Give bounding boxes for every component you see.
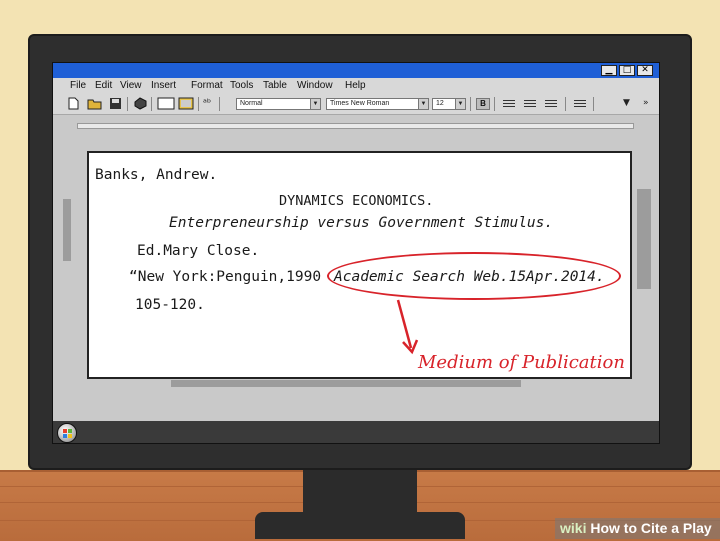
save-icon[interactable]: [109, 97, 122, 110]
horizontal-scroll-thumb[interactable]: [171, 380, 521, 387]
menu-edit[interactable]: Edit: [95, 80, 112, 91]
citation-editor: Ed.Mary Close.: [137, 243, 260, 259]
vertical-scroll-thumb[interactable]: [637, 189, 651, 289]
image-icon[interactable]: [178, 97, 194, 110]
maximize-button[interactable]: □: [619, 65, 635, 76]
watermark: wiki How to Cite a Play: [560, 520, 712, 536]
toolbar: ᵃᵇ Normal ▼ Times New Roman ▼ 12 ▼ B ▼ »: [53, 94, 659, 115]
menu-bar: File Edit View Insert Format Tools Table…: [53, 78, 659, 94]
chevron-down-icon: ▼: [310, 99, 320, 109]
menu-window[interactable]: Window: [297, 80, 333, 91]
style-dropdown[interactable]: Normal ▼: [236, 98, 321, 110]
watermark-prefix: wiki: [560, 520, 587, 536]
print-icon[interactable]: [133, 97, 148, 110]
new-document-icon[interactable]: [68, 97, 79, 110]
arrow-icon: [396, 299, 419, 355]
start-button-icon[interactable]: [57, 423, 77, 443]
citation-publisher: “New York:Penguin,1990: [129, 269, 322, 285]
menu-help[interactable]: Help: [345, 80, 366, 91]
spellcheck-icon[interactable]: ᵃᵇ: [203, 97, 211, 110]
menu-table[interactable]: Table: [263, 80, 287, 91]
watermark-title: How to Cite a Play: [590, 520, 712, 536]
align-right-icon[interactable]: [545, 100, 557, 108]
font-dropdown[interactable]: Times New Roman ▼: [326, 98, 429, 110]
citation-title: DYNAMICS ECONOMICS.: [279, 193, 434, 209]
menu-tools[interactable]: Tools: [230, 80, 253, 91]
close-button[interactable]: ✕: [637, 65, 653, 76]
toolbar-more-icon[interactable]: ▼: [623, 97, 630, 110]
highlight-oval: [327, 252, 621, 300]
menu-view[interactable]: View: [120, 80, 142, 91]
toolbar-overflow-icon[interactable]: »: [643, 97, 649, 110]
title-bar: ▁ □ ✕: [53, 63, 659, 78]
monitor-base: [255, 512, 465, 539]
citation-author: Banks, Andrew.: [95, 167, 218, 183]
font-value: Times New Roman: [330, 100, 390, 107]
minimize-button[interactable]: ▁: [601, 65, 617, 76]
font-size-value: 12: [436, 100, 444, 107]
justify-icon[interactable]: [574, 100, 586, 108]
citation-pages: 105-120.: [135, 297, 205, 313]
align-left-icon[interactable]: [503, 100, 515, 108]
chevron-down-icon: ▼: [418, 99, 428, 109]
style-value: Normal: [240, 100, 263, 107]
citation-subtitle: Enterpreneurship versus Government Stimu…: [169, 215, 554, 231]
screen: ▁ □ ✕ File Edit View Insert Format Tools…: [52, 62, 660, 444]
open-folder-icon[interactable]: [87, 97, 103, 110]
menu-format[interactable]: Format: [191, 80, 223, 91]
align-center-icon[interactable]: [524, 100, 536, 108]
menu-file[interactable]: File: [70, 80, 86, 91]
ruler: [77, 123, 634, 129]
window-controls: ▁ □ ✕: [601, 65, 653, 76]
bold-button[interactable]: B: [476, 98, 490, 110]
font-size-dropdown[interactable]: 12 ▼: [432, 98, 466, 110]
left-scroll-thumb[interactable]: [63, 199, 71, 261]
print-preview-icon[interactable]: [157, 97, 175, 110]
menu-insert[interactable]: Insert: [151, 80, 176, 91]
annotation-label: Medium of Publication: [418, 352, 625, 373]
taskbar: [53, 421, 659, 443]
chevron-down-icon: ▼: [455, 99, 465, 109]
